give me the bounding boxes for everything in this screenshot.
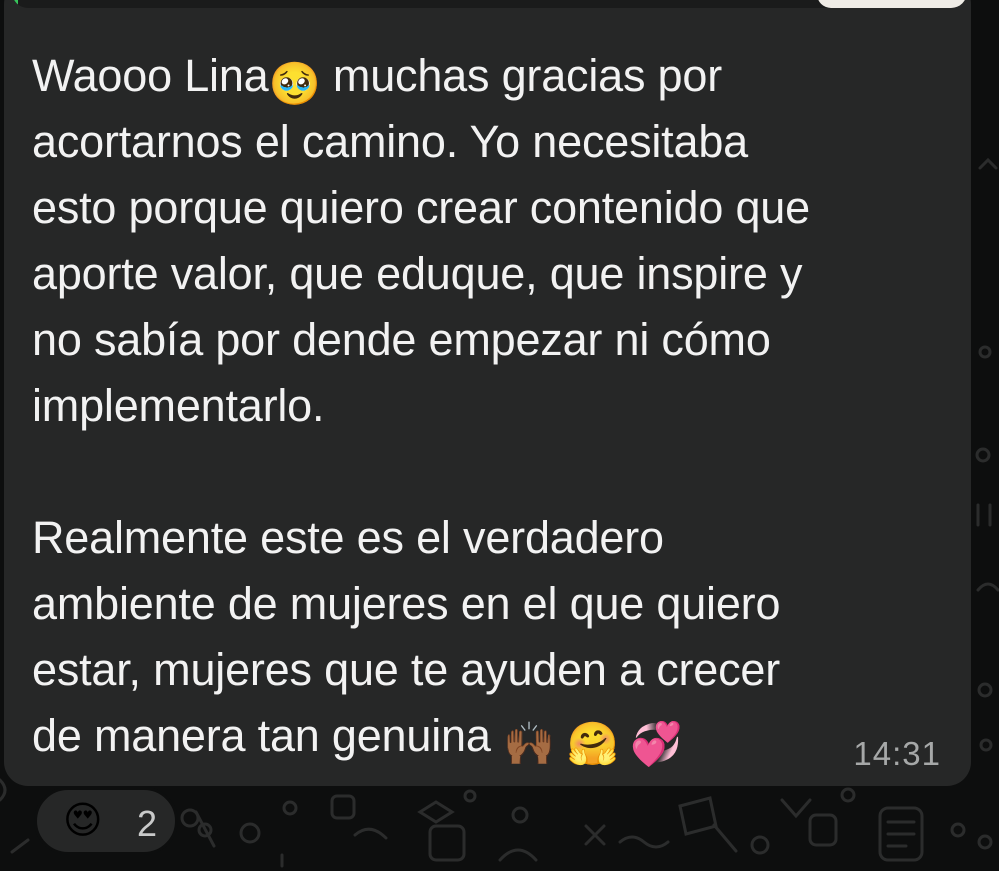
quoted-thumbnail [817,0,967,8]
quote-accent-bar [12,0,18,8]
message-first-line-end: muchas gracias por [320,50,722,101]
side-doodle-edge [973,0,999,871]
quoted-message-preview[interactable] [12,0,967,8]
chat-background: Waooo Lina🥹 muchas gracias por acortarno… [0,0,999,871]
message-text: Waooo Lina🥹 muchas gracias por acortarno… [32,43,937,769]
heart-eyes-emoji-icon: 😍 [63,800,103,842]
pleading-face-emoji-icon: 🥹 [268,60,321,107]
reaction-pill[interactable]: 😍 2 [34,787,178,855]
raised-hands-hug-heart-emoji-icon: 🙌🏾 🤗 💞 [502,720,683,767]
message-timestamp: 14:31 [853,735,941,772]
message-body: acortarnos el camino. Yo necesitaba esto… [32,116,810,761]
reaction-count: 2 [137,803,158,844]
message-first-line-start: Waooo Lina [32,50,269,101]
